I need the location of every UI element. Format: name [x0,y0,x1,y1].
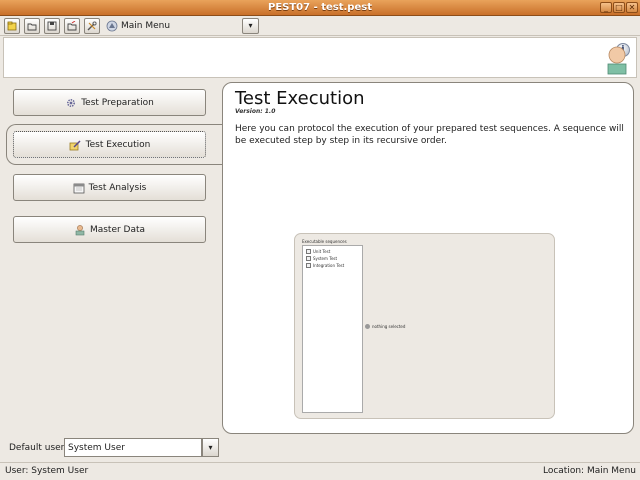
status-dot-icon [365,324,370,329]
new-file-icon [7,21,17,31]
pencil-icon [69,139,81,150]
main-content-panel: Test Execution Version: 1.0 Here you can… [222,82,634,434]
nav-test-analysis-button[interactable]: Test Analysis [13,174,206,201]
window-titlebar[interactable]: PEST07 - test.pest _ □ ✕ [0,0,640,16]
main-menu-label: Main Menu [121,21,171,31]
preview-list-title: Executable sequences [302,239,347,244]
open-folder-button[interactable] [24,18,40,34]
sequence-icon [306,249,311,254]
window-title: PEST07 - test.pest [268,2,372,13]
status-location: Location: Main Menu [542,466,636,476]
main-menu-icon [106,20,118,32]
export-icon [67,21,77,31]
gear-icon [67,98,76,107]
nav-test-execution-label: Test Execution [85,139,151,150]
default-user-select[interactable]: System User [64,438,202,457]
default-user-dropdown-button[interactable]: ▾ [202,438,219,457]
new-file-button[interactable] [4,18,20,34]
calendar-icon [73,183,85,193]
save-icon [47,21,57,31]
export-button[interactable] [64,18,80,34]
tools-button[interactable] [84,18,100,34]
preview-list-item: Integration Test [306,263,344,268]
page-title: Test Execution [235,88,365,109]
nav-test-preparation-button[interactable]: Test Preparation [13,89,206,116]
minimize-button[interactable]: _ [600,2,612,13]
preview-list-item: System Test [306,256,337,261]
close-button[interactable]: ✕ [626,2,638,13]
version-label: Version: 1.0 [235,108,276,115]
default-user-label: Default user: [9,443,68,453]
status-bar: User: System User Location: Main Menu [0,462,640,480]
maximize-button[interactable]: □ [613,2,625,13]
user-avatar-icon [607,46,627,75]
preview-list-item: Unit Test [306,249,330,254]
nav-master-data-button[interactable]: Master Data [13,216,206,243]
preview-sequence-list: Unit Test System Test Integration Test [302,245,363,413]
open-folder-icon [27,23,37,31]
person-icon [75,224,85,235]
nav-test-execution-button[interactable]: Test Execution [13,131,206,158]
sequence-icon [306,256,311,261]
nav-master-data-label: Master Data [89,224,146,235]
nav-test-analysis-label: Test Analysis [88,182,147,193]
nav-test-preparation-label: Test Preparation [81,97,154,108]
main-menu-dropdown-button[interactable]: ▾ [242,18,259,34]
sequence-icon [306,263,311,268]
execution-preview-image: Executable sequences Unit Test System Te… [294,233,555,419]
header-panel: i [3,37,637,78]
page-description: Here you can protocol the execution of y… [235,124,624,146]
toolbar: Main Menu ▾ [0,16,640,36]
save-button[interactable] [44,18,60,34]
status-user: User: System User [5,466,89,476]
preview-empty-state: nothing selected [365,324,405,329]
tools-icon [87,21,97,31]
